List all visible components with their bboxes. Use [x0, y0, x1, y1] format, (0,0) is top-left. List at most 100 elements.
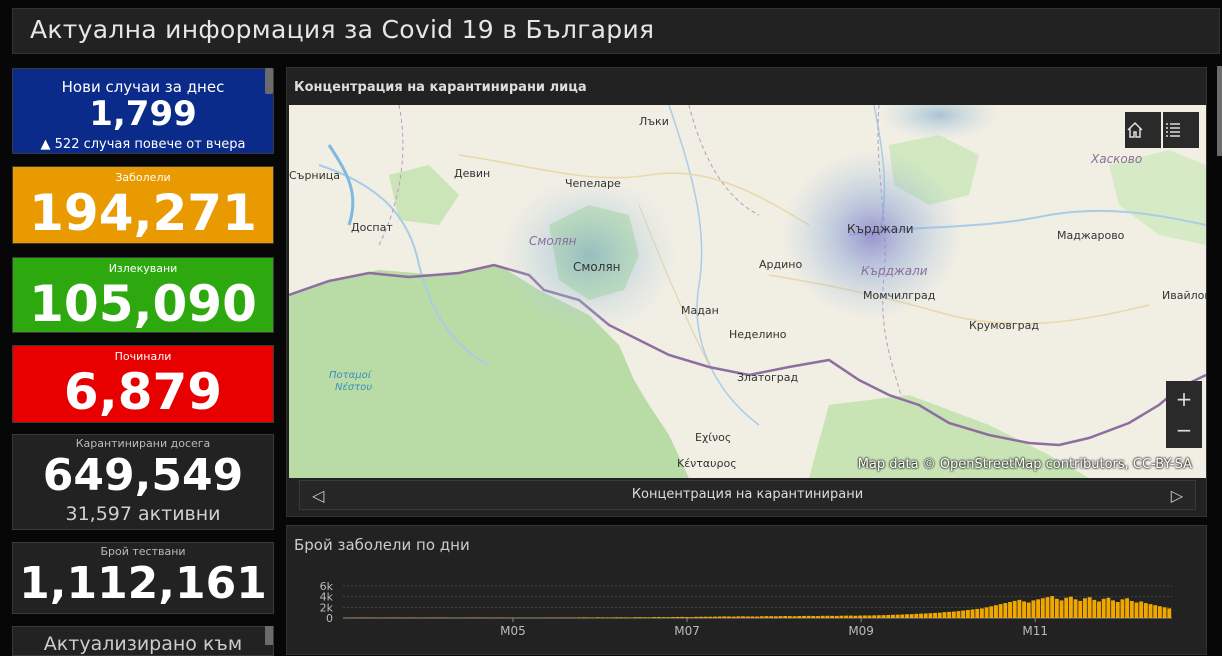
chart-bar[interactable] — [1036, 599, 1040, 618]
chart-bar[interactable] — [1097, 601, 1101, 618]
chart-bar[interactable] — [661, 617, 665, 618]
chart-bar[interactable] — [1060, 600, 1064, 618]
chart-bar[interactable] — [957, 611, 961, 618]
chart-bar[interactable] — [858, 616, 862, 618]
chart-bar[interactable] — [732, 617, 736, 618]
chart-bar[interactable] — [854, 616, 858, 618]
chart-bar[interactable] — [811, 616, 815, 618]
chart-bar[interactable] — [868, 615, 872, 618]
chart-bar[interactable] — [1069, 597, 1073, 618]
chart-bar[interactable] — [1031, 600, 1035, 618]
chart-bar[interactable] — [722, 616, 726, 618]
chart-bar[interactable] — [713, 617, 717, 618]
chart-bar[interactable] — [783, 616, 787, 618]
chart-bar[interactable] — [643, 617, 647, 618]
chart-bar[interactable] — [708, 617, 712, 618]
chart-bar[interactable] — [943, 612, 947, 618]
chart-bar[interactable] — [872, 615, 876, 618]
chart-bar[interactable] — [652, 617, 656, 618]
chart-bar[interactable] — [1120, 599, 1124, 618]
chart-bar[interactable] — [760, 616, 764, 618]
chart-bar[interactable] — [1017, 600, 1021, 618]
chart-bar[interactable] — [1116, 602, 1120, 618]
chart-bar[interactable] — [690, 617, 694, 618]
chart-bar[interactable] — [1083, 598, 1087, 618]
chart-bar[interactable] — [774, 616, 778, 618]
chart-bar[interactable] — [1130, 601, 1134, 618]
chart-bar[interactable] — [961, 611, 965, 618]
chart-bar[interactable] — [1013, 601, 1017, 618]
chart-bar[interactable] — [657, 617, 661, 618]
chart-bar[interactable] — [844, 616, 848, 618]
chart-bar[interactable] — [1050, 596, 1054, 618]
chart-bar[interactable] — [619, 617, 623, 618]
chart-bar[interactable] — [1022, 601, 1026, 618]
home-button[interactable] — [1125, 112, 1161, 148]
chart-bar[interactable] — [755, 617, 759, 618]
chart-bar[interactable] — [910, 614, 914, 618]
chart-bar[interactable] — [1074, 599, 1078, 618]
chart-bar[interactable] — [741, 616, 745, 618]
chart-bar[interactable] — [1144, 603, 1148, 618]
chart-bar[interactable] — [1102, 599, 1106, 618]
chart-bar[interactable] — [587, 617, 591, 618]
chart-bar[interactable] — [666, 617, 670, 618]
chart-bar[interactable] — [980, 608, 984, 618]
chart-bar[interactable] — [914, 614, 918, 618]
map-view[interactable]: Лъки Хасково Сърница Девин Чепеларе Смол… — [289, 105, 1206, 478]
chart-bar[interactable] — [1027, 603, 1031, 618]
chart-bar[interactable] — [994, 605, 998, 618]
chart-bar[interactable] — [835, 616, 839, 618]
chart-bar[interactable] — [1078, 601, 1082, 618]
chart-bar[interactable] — [1125, 598, 1129, 618]
chart-bar[interactable] — [971, 609, 975, 618]
chart-bar[interactable] — [727, 616, 731, 618]
chart-bar[interactable] — [596, 617, 600, 618]
chart-bar[interactable] — [1158, 606, 1162, 618]
chart-bar[interactable] — [1046, 597, 1050, 618]
chart-bar[interactable] — [610, 617, 614, 618]
chart-bar[interactable] — [947, 612, 951, 618]
chart-bar[interactable] — [699, 617, 703, 618]
chart-bar[interactable] — [928, 613, 932, 618]
chart-bar[interactable] — [676, 617, 680, 618]
chart-bar[interactable] — [788, 616, 792, 618]
chart-bar[interactable] — [1092, 600, 1096, 618]
chart-bar[interactable] — [952, 612, 956, 618]
chart-bar[interactable] — [605, 617, 609, 618]
chart-bar[interactable] — [1163, 607, 1167, 618]
chart-bar[interactable] — [1149, 604, 1153, 618]
chart-bar[interactable] — [704, 617, 708, 618]
chart-bar[interactable] — [905, 614, 909, 618]
chart-bar[interactable] — [896, 615, 900, 618]
chart-bar[interactable] — [1139, 601, 1143, 618]
chart-bar[interactable] — [797, 616, 801, 618]
chart-bar[interactable] — [736, 616, 740, 618]
chart-bar[interactable] — [746, 616, 750, 618]
chart-bar[interactable] — [825, 616, 829, 618]
chart-bar[interactable] — [765, 616, 769, 618]
chart-bar[interactable] — [779, 616, 783, 618]
chart-bar[interactable] — [1008, 602, 1012, 618]
chart-bar[interactable] — [685, 617, 689, 618]
next-arrow-icon[interactable]: ▷ — [1171, 486, 1183, 505]
page-scrollbar[interactable] — [1217, 66, 1222, 156]
chart-bar[interactable] — [985, 607, 989, 618]
chart-bar[interactable] — [886, 615, 890, 618]
chart-bar[interactable] — [989, 606, 993, 618]
chart-bar[interactable] — [577, 617, 581, 618]
chart-bar[interactable] — [938, 613, 942, 618]
sidebar-scrollbar[interactable] — [265, 68, 273, 94]
chart-bar[interactable] — [802, 616, 806, 618]
chart-bar[interactable] — [615, 617, 619, 618]
chart-bar[interactable] — [849, 616, 853, 618]
chart-bar[interactable] — [633, 617, 637, 618]
chart-bar[interactable] — [1003, 603, 1007, 618]
chart-bar[interactable] — [999, 604, 1003, 618]
chart-bar[interactable] — [821, 616, 825, 618]
chart-bar[interactable] — [1055, 599, 1059, 618]
chart-bar[interactable] — [750, 616, 754, 618]
legend-button[interactable] — [1163, 112, 1199, 148]
chart-bar[interactable] — [1041, 598, 1045, 618]
chart-bar[interactable] — [601, 617, 605, 618]
